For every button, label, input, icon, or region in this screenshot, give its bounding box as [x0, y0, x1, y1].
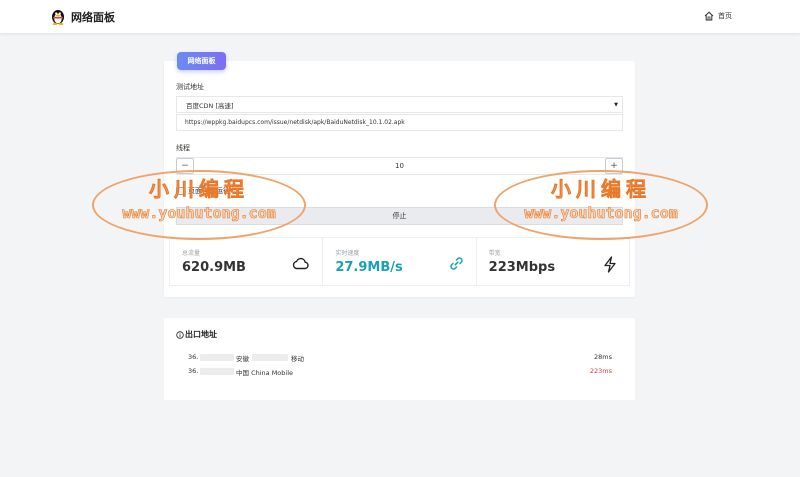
top-navbar: 网络面板 首页 [0, 0, 800, 33]
brand-name: 网络面板 [71, 10, 115, 24]
watermark-url: www.youhutong.com [122, 204, 276, 223]
stat-label: 带宽 [488, 250, 501, 257]
selected-source: 百度CDN [高速] [186, 101, 234, 110]
stat-total-traffic: 总流量 620.9MB [170, 238, 324, 285]
panel-tab[interactable]: 网络面板 [177, 52, 226, 70]
watermark-url: www.youhutong.com [524, 204, 678, 223]
stat-label: 总流量 [182, 250, 201, 257]
ip-prefix: 36. [188, 353, 199, 361]
stat-value: 223Mbps [488, 260, 556, 275]
stat-label: 实时速度 [335, 250, 360, 257]
ip-isp: 移动 [291, 355, 304, 363]
stat-realtime-speed: 实时速度 27.9MB/s [323, 238, 477, 285]
stat-value: 27.9MB/s [335, 260, 403, 275]
test-address-label: 测试地址 [176, 83, 204, 91]
url-input[interactable]: https://wppkg.baidupcs.com/issue/netdisk… [176, 114, 623, 131]
info-circle-icon [176, 330, 184, 339]
lightning-icon [604, 256, 616, 273]
watermark-title: 小川编程 [551, 177, 651, 202]
ip-mask [200, 368, 234, 375]
caret-down-icon: ▼ [614, 102, 618, 108]
latency: 28ms [594, 353, 612, 361]
stat-bandwidth: 带宽 223Mbps [476, 238, 629, 285]
brand[interactable]: 网络面板 [51, 8, 115, 25]
home-icon [704, 11, 714, 21]
penguin-logo-icon [51, 8, 65, 25]
home-label: 首页 [718, 12, 732, 20]
watermark-title: 小川编程 [149, 177, 249, 202]
stats-row: 总流量 620.9MB 实时速度 27.9MB/s 带宽 223Mbps [169, 237, 630, 286]
ip-row: 36. 安徽 移动 28ms [188, 353, 612, 363]
ip-region: 中国 China Mobile [236, 369, 294, 377]
ip-mask [200, 354, 234, 361]
exit-address-title: 出口地址 [176, 329, 217, 340]
ip-mask [252, 354, 288, 361]
cloud-icon [293, 257, 309, 270]
home-link[interactable]: 首页 [704, 11, 732, 21]
source-select[interactable]: 百度CDN [高速] ▼ [176, 96, 623, 113]
ip-region: 安徽 [236, 355, 249, 363]
thread-count[interactable]: 10 [176, 162, 623, 170]
link-icon [449, 257, 463, 270]
latency: 223ms [589, 367, 612, 375]
stat-value: 620.9MB [182, 260, 246, 275]
threads-label: 线程 [176, 144, 190, 152]
ip-prefix: 36. [188, 367, 199, 375]
exit-title-text: 出口地址 [185, 330, 217, 339]
url-value: https://wppkg.baidupcs.com/issue/netdisk… [185, 119, 405, 126]
ip-row: 36. 中国 China Mobile 223ms [188, 367, 612, 377]
